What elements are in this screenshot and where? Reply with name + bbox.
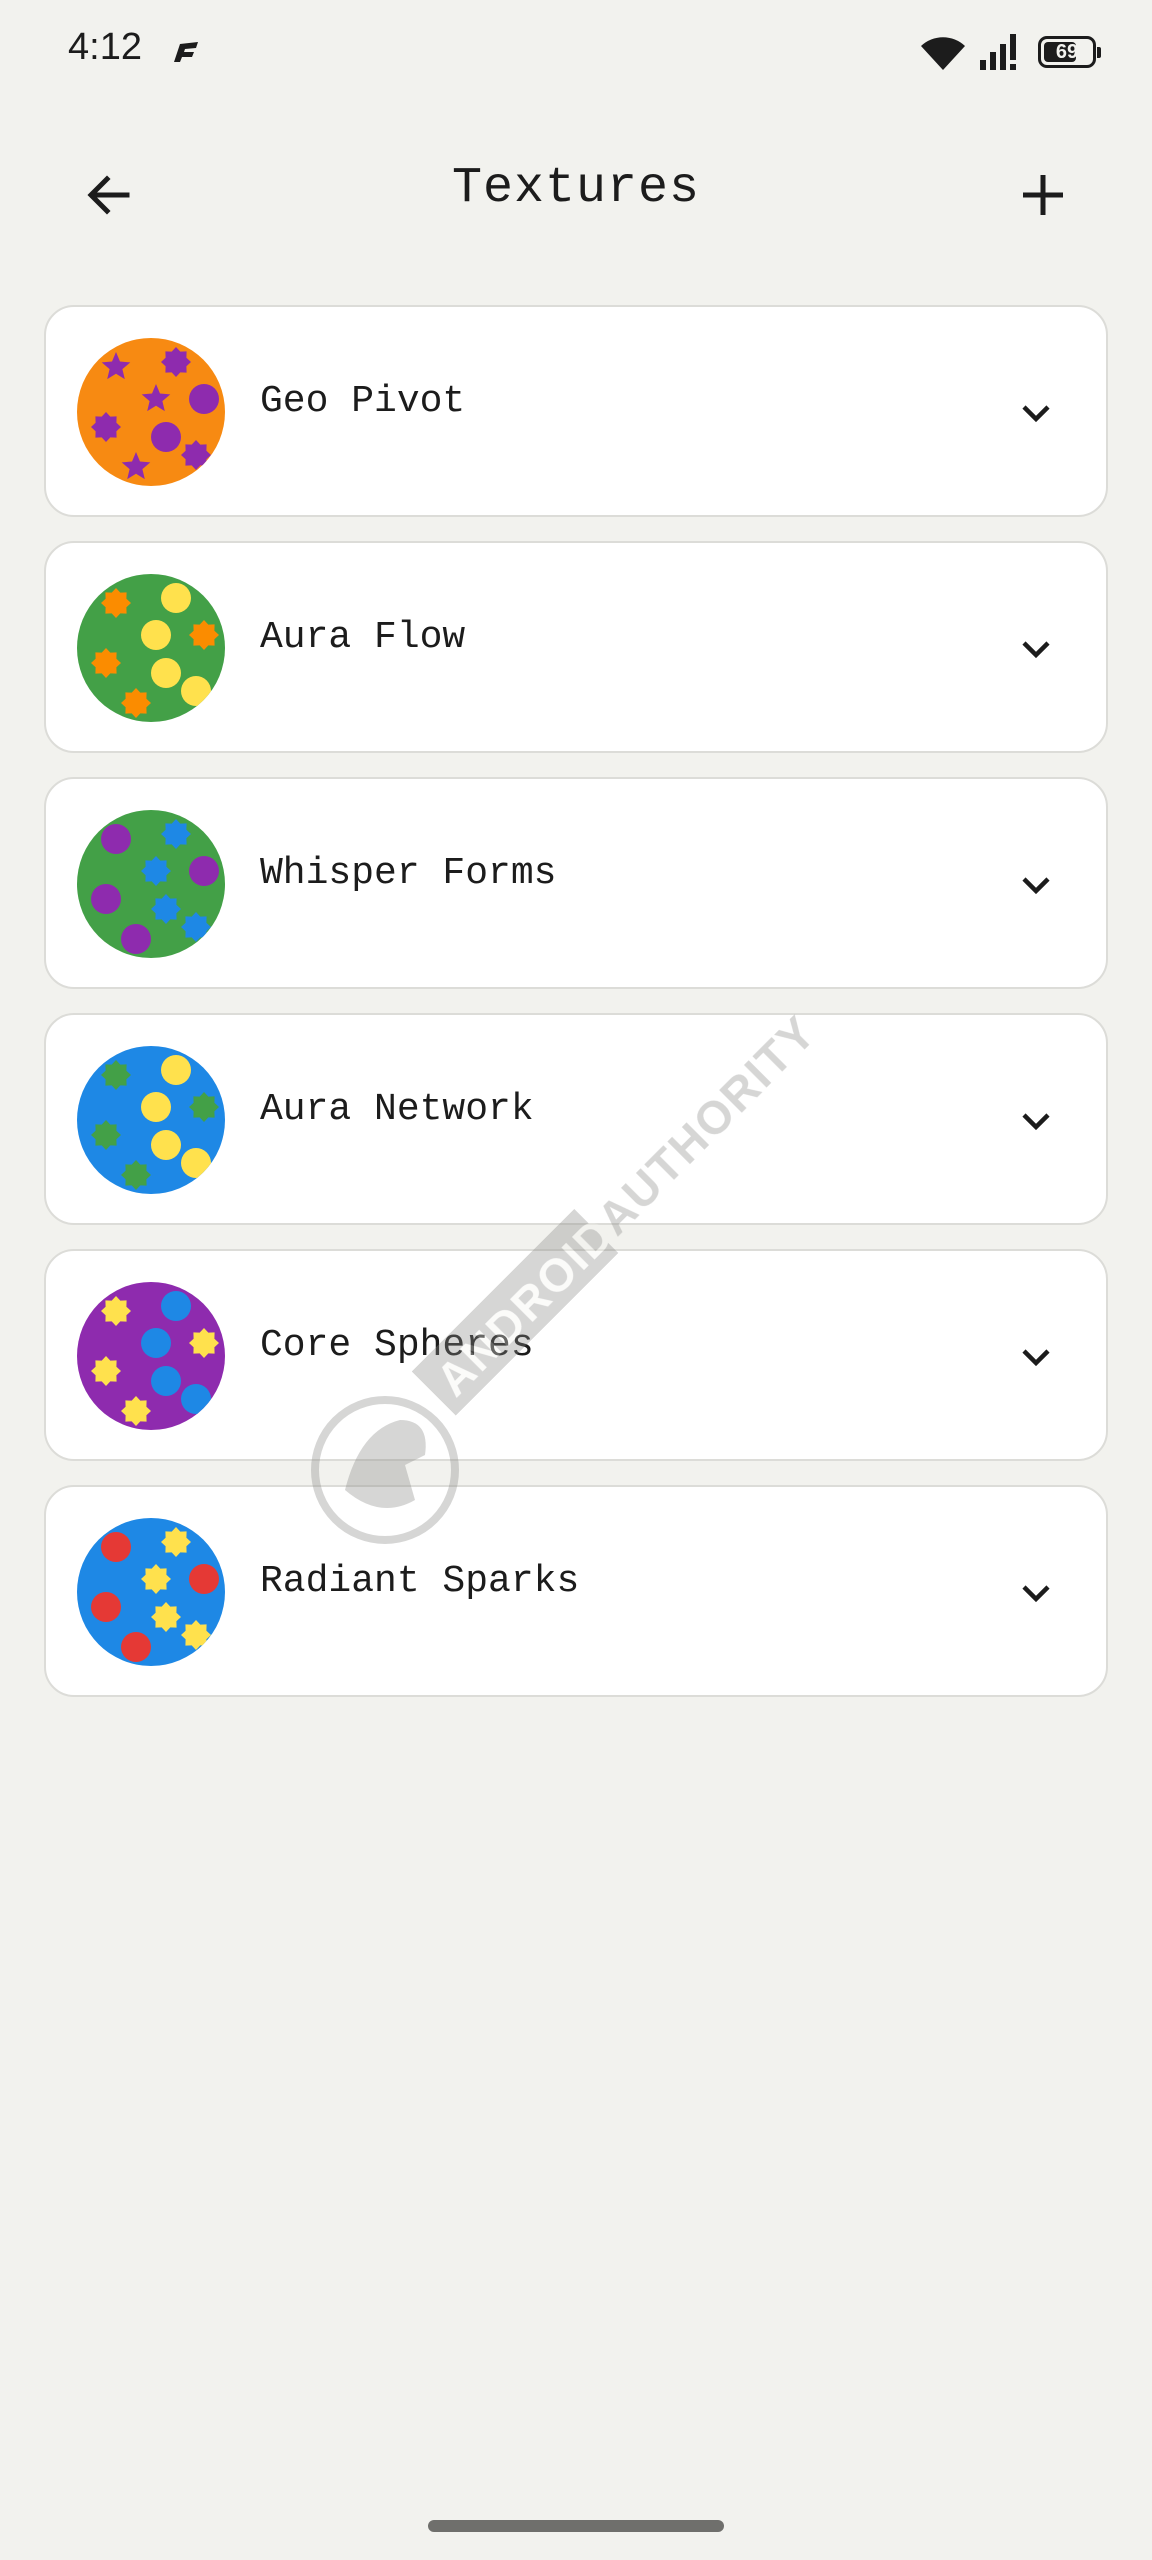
texture-card[interactable]: Aura Network	[44, 1013, 1108, 1225]
wifi-icon	[921, 37, 965, 70]
texture-name: Aura Flow	[260, 616, 466, 659]
add-texture-button[interactable]	[1000, 152, 1086, 238]
top-app-bar: Textures	[0, 130, 1152, 240]
chevron-down-icon	[1022, 1585, 1050, 1603]
texture-thumbnail	[77, 1046, 225, 1194]
battery-icon: 69	[1038, 36, 1101, 68]
plus-icon	[1023, 175, 1063, 215]
texture-card[interactable]: Whisper Forms	[44, 777, 1108, 989]
texture-name: Geo Pivot	[260, 380, 466, 423]
expand-button[interactable]	[1006, 1327, 1066, 1387]
chevron-down-icon	[1022, 1349, 1050, 1367]
texture-name: Core Spheres	[260, 1324, 534, 1367]
texture-thumbnail	[77, 810, 225, 958]
battery-level: 69	[1055, 40, 1079, 63]
signal-icon	[980, 34, 1016, 70]
expand-button[interactable]	[1006, 855, 1066, 915]
texture-thumbnail	[77, 1518, 225, 1666]
texture-name: Aura Network	[260, 1088, 534, 1131]
texture-card[interactable]: Core Spheres	[44, 1249, 1108, 1461]
home-indicator[interactable]	[428, 2520, 724, 2532]
status-bar: 4:12 69	[0, 0, 1152, 104]
chevron-down-icon	[1022, 641, 1050, 659]
texture-thumbnail	[77, 574, 225, 722]
texture-list: Geo Pivot Aura Flow Whisper Forms Aura N…	[44, 305, 1108, 1721]
expand-button[interactable]	[1006, 619, 1066, 679]
texture-thumbnail	[77, 338, 225, 486]
texture-card[interactable]: Geo Pivot	[44, 305, 1108, 517]
chevron-down-icon	[1022, 1113, 1050, 1131]
texture-thumbnail	[77, 1282, 225, 1430]
app-notification-icon	[174, 42, 198, 62]
texture-card[interactable]: Radiant Sparks	[44, 1485, 1108, 1697]
chevron-down-icon	[1022, 877, 1050, 895]
expand-button[interactable]	[1006, 383, 1066, 443]
status-icons: 69	[918, 28, 1101, 76]
expand-button[interactable]	[1006, 1563, 1066, 1623]
texture-name: Whisper Forms	[260, 852, 557, 895]
expand-button[interactable]	[1006, 1091, 1066, 1151]
status-time: 4:12	[68, 26, 142, 68]
page-title: Textures	[451, 160, 701, 217]
chevron-down-icon	[1022, 405, 1050, 423]
texture-name: Radiant Sparks	[260, 1560, 580, 1603]
texture-card[interactable]: Aura Flow	[44, 541, 1108, 753]
